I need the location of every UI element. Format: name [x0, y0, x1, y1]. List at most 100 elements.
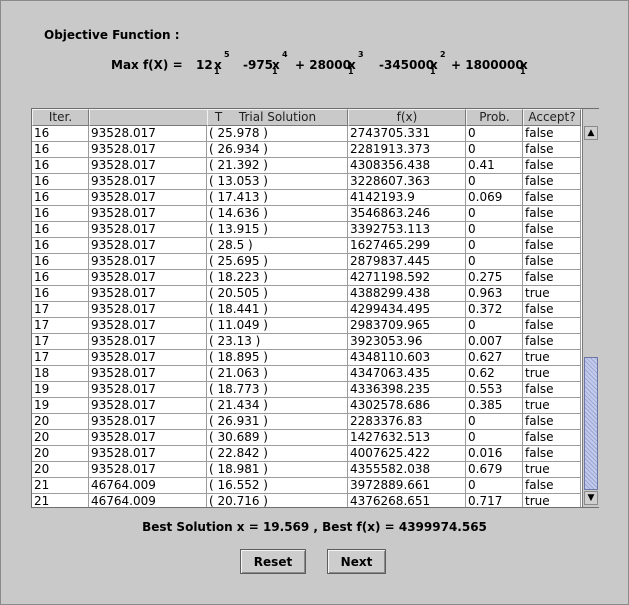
table-row[interactable]: 16 93528.017( 18.223 ) 4271198.592 0.275 fal…	[32, 270, 581, 286]
header-accept[interactable]: Accept?	[523, 109, 581, 126]
cell-prob: 0	[466, 430, 523, 446]
cell-prob: 0	[466, 142, 523, 158]
cell-fx: 4308356.438	[348, 158, 466, 174]
table-row[interactable]: 19 93528.017( 21.434 ) 4302578.686 0.385 tru…	[32, 398, 581, 414]
table-row[interactable]: 17 93528.017( 18.895 ) 4348110.603 0.627 tru…	[32, 350, 581, 366]
cell-accept: true	[523, 398, 581, 414]
table-row[interactable]: 16 93528.017( 21.392 ) 4308356.438 0.41 fals…	[32, 158, 581, 174]
cell-fx: 2879837.445	[348, 254, 466, 270]
table-row[interactable]: 17 93528.017( 18.441 ) 4299434.495 0.372 fal…	[32, 302, 581, 318]
cell-trial-solution: ( 13.915 )	[207, 222, 348, 238]
cell-iter: 17	[32, 318, 89, 334]
best-solution-text: Best Solution x = 19.569 , Best f(x) = 4…	[142, 520, 487, 534]
cell-t: 93528.017	[89, 366, 207, 382]
vertical-scrollbar[interactable]: ▲ ▼	[582, 109, 599, 507]
header-iter[interactable]: Iter.	[32, 109, 89, 126]
cell-trial-solution: ( 20.716 )	[207, 494, 348, 507]
scrollbar-thumb[interactable]	[584, 357, 598, 490]
cell-trial-solution: ( 21.392 )	[207, 158, 348, 174]
cell-fx: 4302578.686	[348, 398, 466, 414]
table-row[interactable]: 16 93528.017( 28.5 ) 1627465.299 0 false	[32, 238, 581, 254]
cell-t: 93528.017	[89, 206, 207, 222]
cell-fx: 4347063.435	[348, 366, 466, 382]
header-prob[interactable]: Prob.	[466, 109, 523, 126]
cell-trial-solution: ( 11.049 )	[207, 318, 348, 334]
cell-iter: 19	[32, 398, 89, 414]
cell-trial-solution: ( 16.552 )	[207, 478, 348, 494]
cell-iter: 16	[32, 206, 89, 222]
cell-trial-solution: ( 17.413 )	[207, 190, 348, 206]
iterations-table[interactable]: Iter. T Trial Solution f(x) Prob. Accept…	[31, 108, 599, 508]
table-row[interactable]: 16 93528.017( 25.695 ) 2879837.445 0 false	[32, 254, 581, 270]
table-row[interactable]: 16 93528.017( 17.413 ) 4142193.9 0.069 false	[32, 190, 581, 206]
table-row[interactable]: 16 93528.017( 13.915 ) 3392753.113 0 false	[32, 222, 581, 238]
cell-prob: 0.069	[466, 190, 523, 206]
cell-iter: 21	[32, 478, 89, 494]
cell-trial-solution: ( 30.689 )	[207, 430, 348, 446]
cell-trial-solution: ( 22.842 )	[207, 446, 348, 462]
cell-iter: 20	[32, 462, 89, 478]
cell-iter: 16	[32, 238, 89, 254]
cell-iter: 20	[32, 414, 89, 430]
cell-fx: 1427632.513	[348, 430, 466, 446]
cell-accept: true	[523, 366, 581, 382]
table-row[interactable]: 20 93528.017( 18.981 ) 4355582.038 0.679 tru…	[32, 462, 581, 478]
cell-t: 93528.017	[89, 382, 207, 398]
cell-trial-solution: ( 18.895 )	[207, 350, 348, 366]
table-row[interactable]: 17 93528.017( 23.13 ) 3923053.96 0.007 false	[32, 334, 581, 350]
cell-fx: 4142193.9	[348, 190, 466, 206]
reset-button[interactable]: Reset	[240, 549, 306, 574]
cell-fx: 3923053.96	[348, 334, 466, 350]
table-row[interactable]: 20 93528.017( 22.842 ) 4007625.422 0.016 fal…	[32, 446, 581, 462]
cell-t: 93528.017	[89, 446, 207, 462]
arrow-up-icon[interactable]: ▲	[584, 126, 598, 140]
cell-accept: false	[523, 190, 581, 206]
header-trial-solution[interactable]: Trial Solution	[207, 109, 348, 126]
cell-t: 93528.017	[89, 350, 207, 366]
cell-accept: true	[523, 350, 581, 366]
cell-iter: 17	[32, 334, 89, 350]
cell-accept: false	[523, 270, 581, 286]
table-row[interactable]: 16 93528.017( 26.934 ) 2281913.373 0 false	[32, 142, 581, 158]
table-header: Iter. T Trial Solution f(x) Prob. Accept…	[32, 109, 581, 126]
cell-accept: false	[523, 238, 581, 254]
cell-accept: true	[523, 286, 581, 302]
objective-title: Objective Function :	[44, 28, 180, 42]
cell-accept: false	[523, 222, 581, 238]
cell-fx: 4388299.438	[348, 286, 466, 302]
cell-trial-solution: ( 28.5 )	[207, 238, 348, 254]
cell-accept: false	[523, 302, 581, 318]
next-button[interactable]: Next	[327, 549, 386, 574]
cell-t: 46764.009	[89, 478, 207, 494]
cell-t: 93528.017	[89, 222, 207, 238]
table-row[interactable]: 16 93528.017( 25.978 ) 2743705.331 0 false	[32, 126, 581, 142]
cell-fx: 3228607.363	[348, 174, 466, 190]
cell-accept: false	[523, 174, 581, 190]
table-row[interactable]: 17 93528.017( 11.049 ) 2983709.965 0 false	[32, 318, 581, 334]
cell-accept: false	[523, 142, 581, 158]
cell-prob: 0.679	[466, 462, 523, 478]
cell-trial-solution: ( 20.505 )	[207, 286, 348, 302]
cell-iter: 19	[32, 382, 89, 398]
table-row[interactable]: 21 46764.009( 20.716 ) 4376268.651 0.717 tru…	[32, 494, 581, 507]
table-row[interactable]: 21 46764.009( 16.552 ) 3972889.661 0 false	[32, 478, 581, 494]
cell-prob: 0.007	[466, 334, 523, 350]
cell-t: 93528.017	[89, 190, 207, 206]
cell-fx: 4376268.651	[348, 494, 466, 507]
cell-accept: false	[523, 478, 581, 494]
cell-prob: 0	[466, 478, 523, 494]
cell-iter: 21	[32, 494, 89, 507]
table-row[interactable]: 16 93528.017( 13.053 ) 3228607.363 0 false	[32, 174, 581, 190]
table-row[interactable]: 16 93528.017( 14.636 ) 3546863.246 0 false	[32, 206, 581, 222]
arrow-down-icon[interactable]: ▼	[584, 491, 598, 505]
table-row[interactable]: 16 93528.017( 20.505 ) 4388299.438 0.963 tru…	[32, 286, 581, 302]
table-row[interactable]: 20 93528.017( 26.931 ) 2283376.83 0 false	[32, 414, 581, 430]
cell-trial-solution: ( 18.773 )	[207, 382, 348, 398]
cell-trial-solution: ( 25.978 )	[207, 126, 348, 142]
header-fx[interactable]: f(x)	[348, 109, 466, 126]
table-row[interactable]: 20 93528.017( 30.689 ) 1427632.513 0 false	[32, 430, 581, 446]
table-row[interactable]: 19 93528.017( 18.773 ) 4336398.235 0.553 fal…	[32, 382, 581, 398]
cell-t: 93528.017	[89, 254, 207, 270]
cell-prob: 0	[466, 238, 523, 254]
table-row[interactable]: 18 93528.017( 21.063 ) 4347063.435 0.62 true	[32, 366, 581, 382]
